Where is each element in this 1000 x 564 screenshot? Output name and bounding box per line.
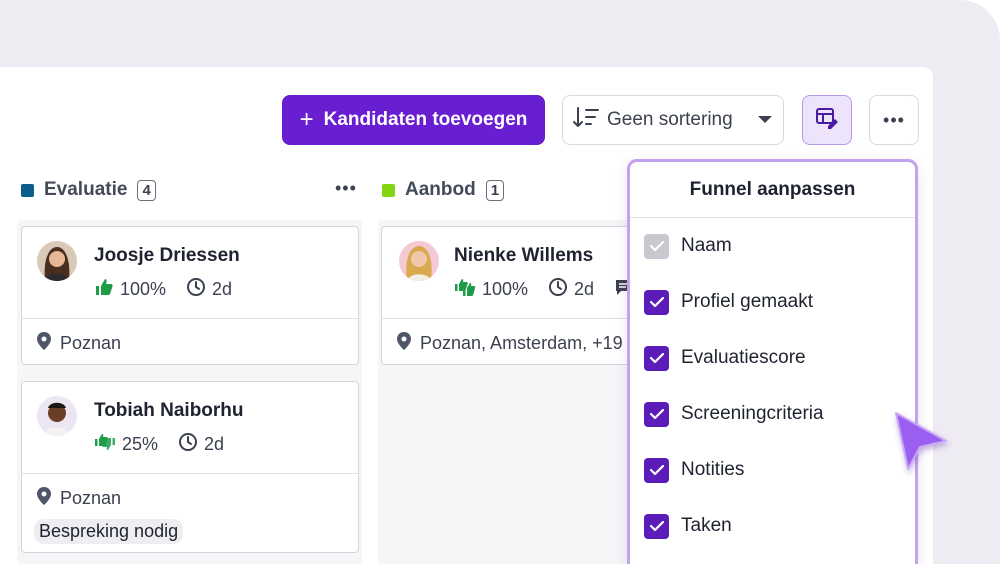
funnel-option-taken[interactable]: Taken: [630, 498, 915, 554]
background-frame: + Kandidaten toevoegen Geen sortering ••…: [0, 0, 1000, 564]
pointer-cursor-icon: [890, 407, 952, 482]
funnel-option-profiel-gemaakt[interactable]: Profiel gemaakt: [630, 274, 915, 330]
column-title: Aanbod: [405, 179, 476, 200]
candidate-name: Nienke Willems: [454, 245, 594, 266]
more-options-button[interactable]: •••: [869, 95, 919, 145]
candidate-location: Poznan, Amsterdam, +19: [420, 333, 623, 353]
sort-dropdown[interactable]: Geen sortering: [562, 95, 784, 145]
column-menu-icon[interactable]: •••: [335, 178, 357, 199]
option-label: Profiel gemaakt: [681, 291, 814, 312]
checkbox-disabled: [644, 233, 669, 259]
checkmark-icon: [649, 520, 664, 532]
column-color-square: [382, 183, 395, 197]
option-label: Evaluatiescore: [681, 347, 806, 368]
location-pin-icon: [36, 486, 52, 511]
checkmark-icon: [649, 464, 664, 476]
sort-label: Geen sortering: [607, 109, 733, 130]
checkmark-icon: [649, 240, 664, 252]
checkmark-icon: [649, 352, 664, 364]
candidate-name: Tobiah Naiborhu: [94, 400, 244, 421]
sort-icon: [573, 105, 599, 135]
checkmark-icon: [649, 296, 664, 308]
checkmark-icon: [649, 408, 664, 420]
candidate-card[interactable]: Nienke Willems 100% 2d Poznan, Amsterdam…: [381, 226, 641, 365]
evaluation-score: 100%: [482, 279, 529, 299]
checkbox-checked[interactable]: [644, 513, 669, 539]
clock-icon: [186, 277, 206, 302]
checkbox-checked[interactable]: [644, 289, 669, 315]
avatar: [37, 241, 77, 281]
candidate-card[interactable]: Tobiah Naiborhu 25% 2d Poznan Bespreking…: [21, 381, 359, 553]
status-tag: Bespreking nodig: [34, 519, 184, 544]
table-edit-icon: [815, 107, 839, 134]
funnel-option-evaluatiescore[interactable]: Evaluatiescore: [630, 330, 915, 386]
option-label: Notities: [681, 459, 745, 480]
candidate-location: Poznan: [60, 488, 122, 508]
column-color-square: [21, 183, 34, 197]
time-in-stage: 2d: [204, 434, 225, 454]
avatar: [37, 396, 77, 436]
add-candidates-button[interactable]: + Kandidaten toevoegen: [282, 95, 545, 145]
funnel-option-screeningcriteria[interactable]: Screeningcriteria: [630, 386, 915, 442]
clock-icon: [548, 277, 568, 302]
location-pin-icon: [396, 331, 412, 356]
funnel-option-naam: Naam: [630, 218, 915, 274]
candidate-name: Joosje Driessen: [94, 245, 240, 266]
more-horizontal-icon: •••: [883, 109, 905, 130]
customize-funnel-dropdown: Funnel aanpassen Naam Profiel gemaakt Ev…: [627, 159, 918, 564]
column-header-evaluatie: Evaluatie 4: [21, 178, 156, 202]
option-label: Screeningcriteria: [681, 403, 824, 424]
checkbox-checked[interactable]: [644, 345, 669, 371]
option-label: Naam: [681, 235, 732, 256]
dropdown-title: Funnel aanpassen: [630, 162, 915, 218]
thumbs-up-icon: [94, 277, 114, 302]
candidate-card[interactable]: Joosje Driessen 100% 2d Poznan: [21, 226, 359, 365]
evaluation-score: 100%: [120, 279, 167, 299]
chevron-down-icon: [757, 109, 773, 131]
clock-icon: [178, 432, 198, 457]
candidate-location: Poznan: [60, 333, 122, 353]
checkbox-checked[interactable]: [644, 457, 669, 483]
column-count-badge: 4: [137, 179, 156, 201]
customize-funnel-button[interactable]: [802, 95, 852, 145]
plus-icon: +: [299, 106, 314, 133]
thumbs-up-double-icon: [454, 277, 476, 302]
thumbs-mixed-icon: [94, 432, 116, 457]
avatar: [399, 241, 439, 281]
funnel-option-notities[interactable]: Notities: [630, 442, 915, 498]
add-candidates-label: Kandidaten toevoegen: [323, 109, 528, 130]
checkbox-checked[interactable]: [644, 401, 669, 427]
location-pin-icon: [36, 331, 52, 356]
time-in-stage: 2d: [212, 279, 233, 299]
evaluation-score: 25%: [122, 434, 159, 454]
column-header-aanbod: Aanbod 1: [382, 178, 505, 202]
option-label: Taken: [681, 515, 732, 536]
column-count-badge: 1: [485, 179, 505, 201]
time-in-stage: 2d: [574, 279, 595, 299]
column-title: Evaluatie: [44, 179, 128, 200]
